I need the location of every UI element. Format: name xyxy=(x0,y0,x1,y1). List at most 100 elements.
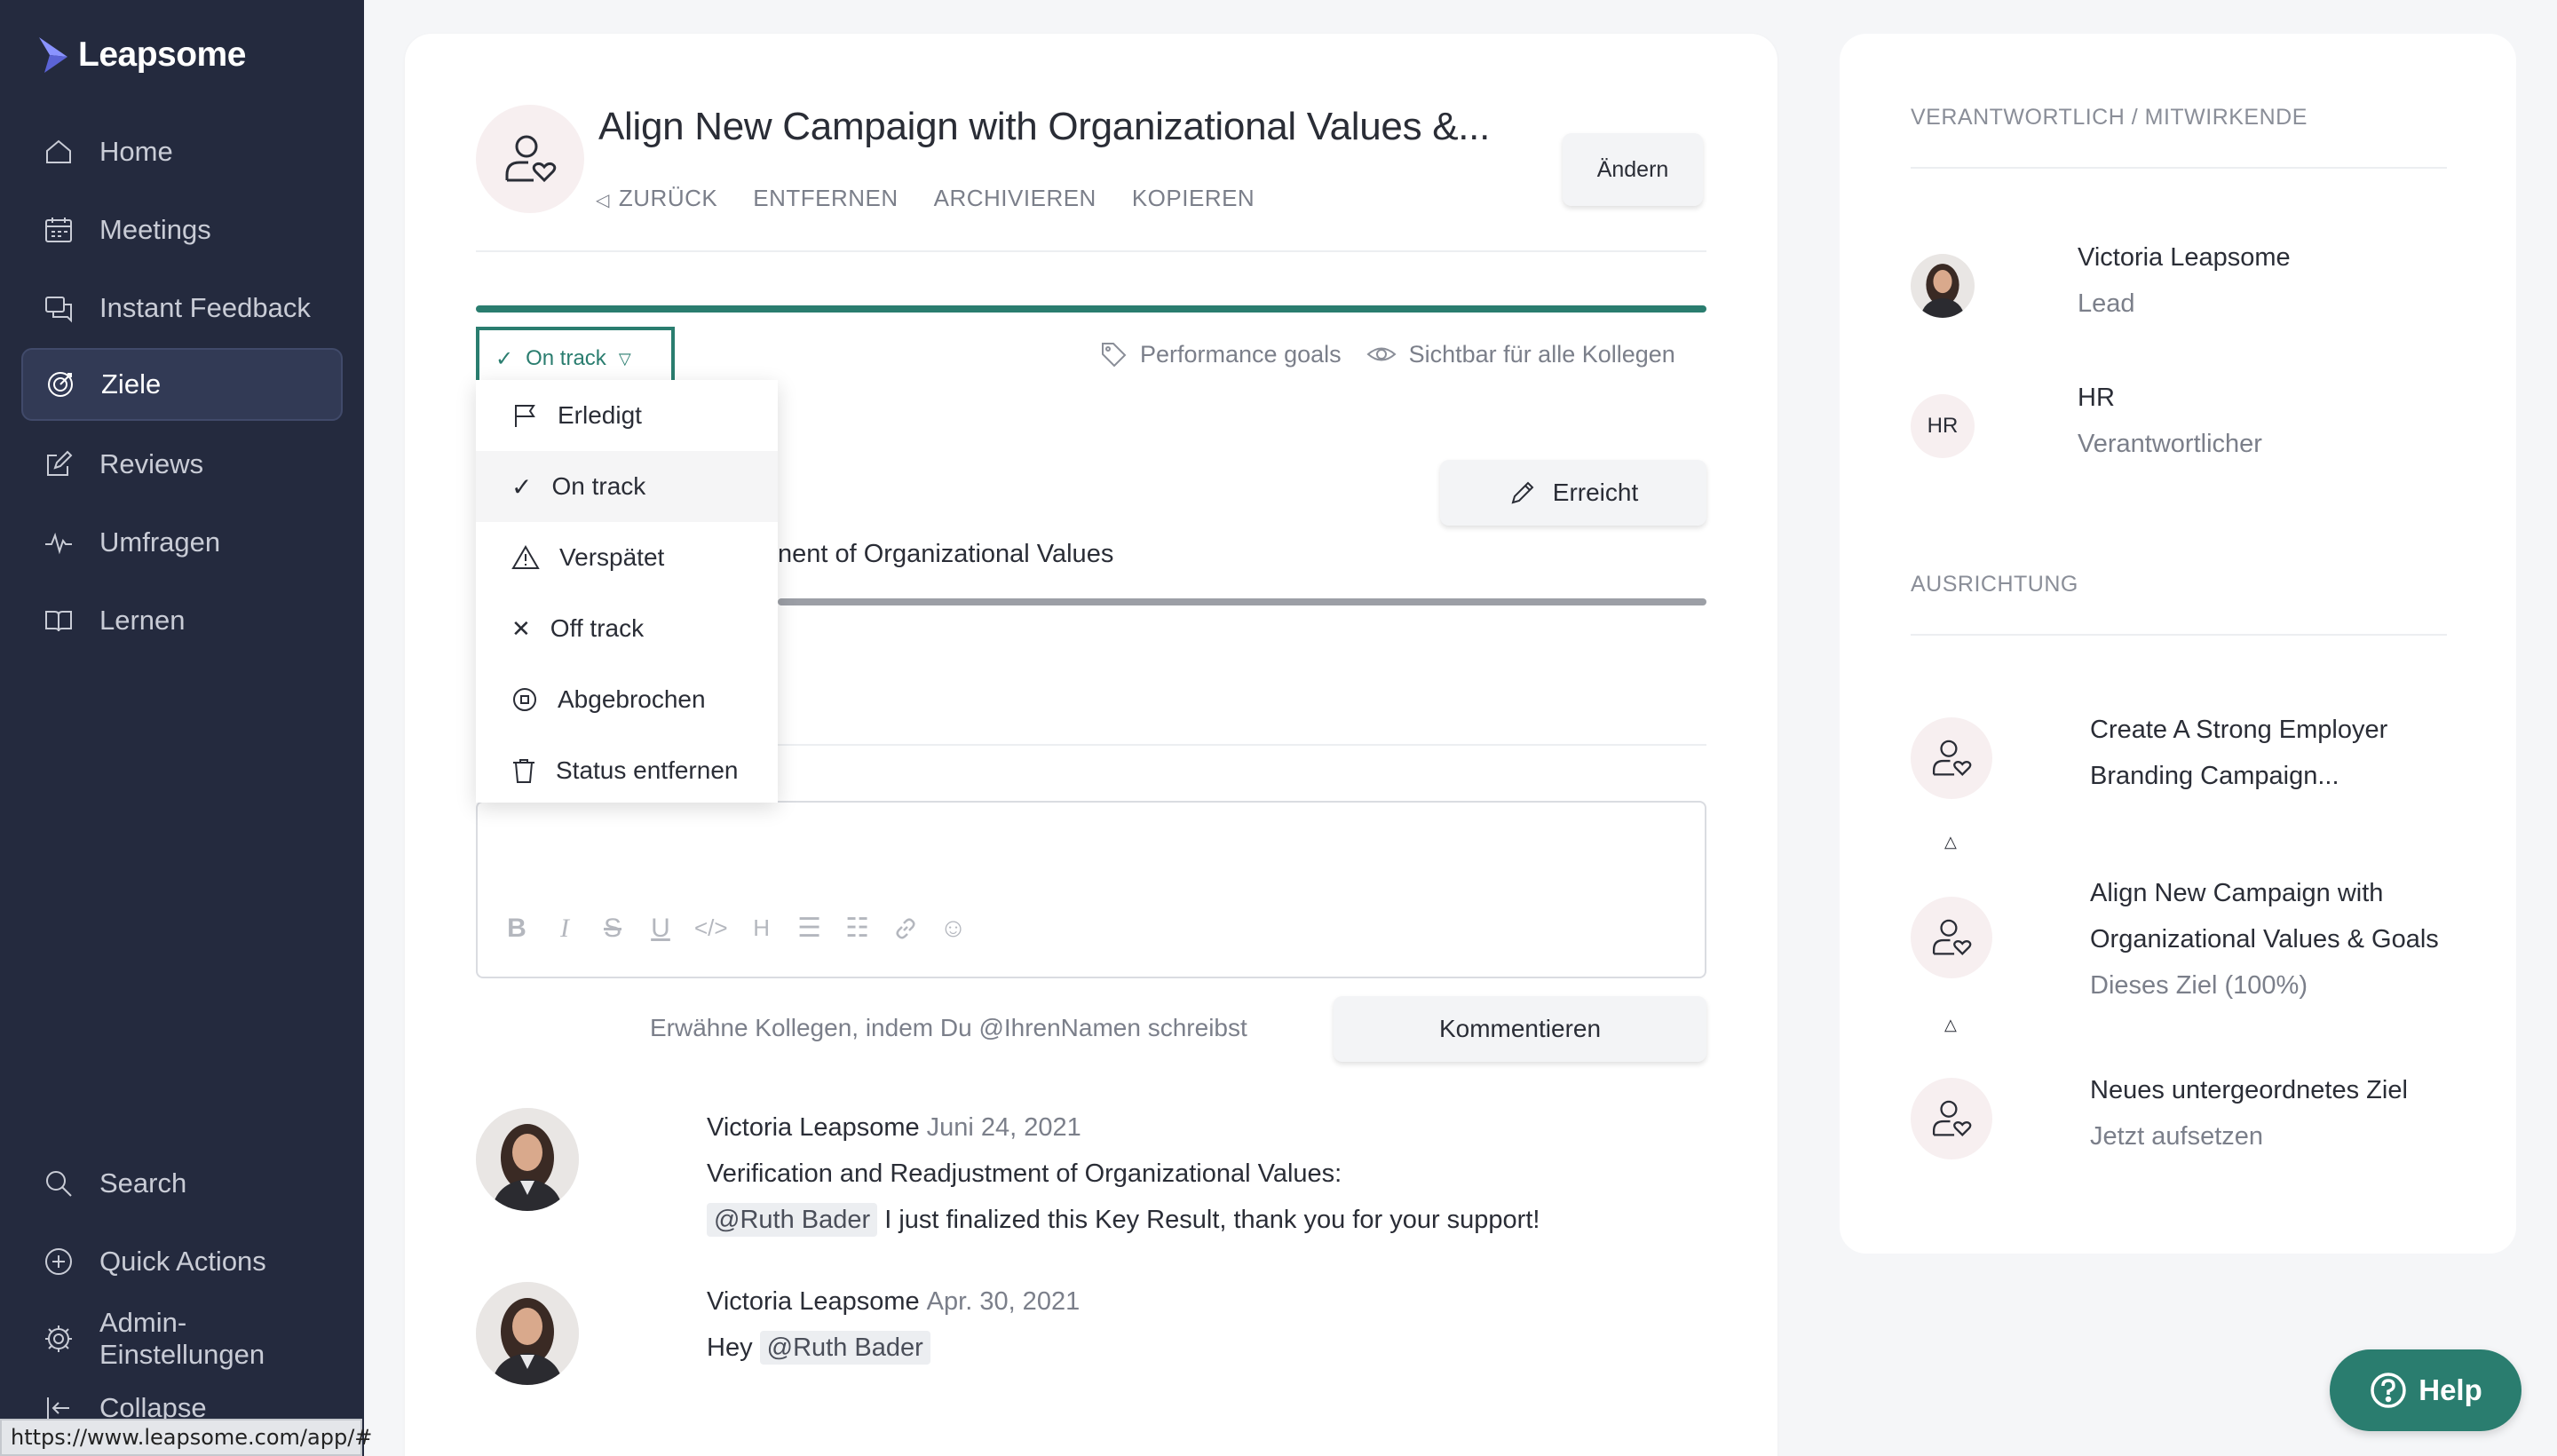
chevron-up-icon: △ xyxy=(1944,833,1957,851)
sidebar: Leapsome Home Meetings Instant Feedback … xyxy=(0,0,372,1456)
comment-author[interactable]: Victoria Leapsome xyxy=(707,1287,920,1316)
alignment-subtitle[interactable]: Jetzt aufsetzen xyxy=(2090,1122,2263,1151)
edit-icon xyxy=(47,450,73,476)
sidebar-item-search[interactable]: Search xyxy=(21,1147,343,1220)
comment-editor[interactable]: B I S U </> H ☰ ☷ ☺ xyxy=(476,801,1706,978)
alignment-avatar xyxy=(1911,717,1992,799)
trash-icon xyxy=(513,759,534,783)
status-option-abgebrochen[interactable]: Abgebrochen xyxy=(476,664,778,735)
goal-avatar xyxy=(476,105,584,213)
sidebar-item-label: Reviews xyxy=(99,448,204,479)
divider xyxy=(476,250,1706,252)
target-icon xyxy=(48,372,73,397)
browser-status-url: https://www.leapsome.com/app/# xyxy=(0,1419,372,1456)
owner-role: Lead xyxy=(2078,289,2135,318)
comment-text: Verification and Readjustment of Organiz… xyxy=(707,1159,1342,1188)
comment-date: Apr. 30, 2021 xyxy=(926,1287,1081,1316)
sidebar-item-reviews[interactable]: Reviews xyxy=(21,428,343,501)
page-title: Align New Campaign with Organizational V… xyxy=(598,105,1491,148)
chat-icon xyxy=(45,297,72,323)
app-logo[interactable]: Leapsome xyxy=(37,36,246,75)
mention-tag[interactable]: @Ruth Bader xyxy=(759,1331,930,1365)
warning-icon xyxy=(511,545,540,569)
link-icon xyxy=(896,917,915,939)
key-result-title[interactable]: nent of Organizational Values xyxy=(778,540,1113,569)
user-heart-icon xyxy=(505,135,557,183)
home-icon xyxy=(46,139,71,163)
back-link[interactable]: ◁ ZURÜCK xyxy=(596,185,717,212)
numbered-list-button[interactable]: ☷ xyxy=(843,913,872,944)
alignment-title-line2: Branding Campaign... xyxy=(2090,762,2339,790)
owner-name: Victoria Leapsome xyxy=(2078,243,2291,272)
remove-link[interactable]: ENTFERNEN xyxy=(753,185,898,212)
achieved-button[interactable]: Erreicht xyxy=(1440,460,1706,526)
alignment-title-line1: Neues untergeordnetes Ziel xyxy=(2090,1076,2408,1104)
person-photo-icon xyxy=(476,1108,579,1211)
alignment-subtitle: Dieses Ziel (100%) xyxy=(2090,971,2308,1000)
pulse-icon xyxy=(45,532,72,555)
alignment-avatar xyxy=(1911,897,1992,978)
sidebar-item-label: Home xyxy=(99,136,173,167)
x-icon: ✕ xyxy=(511,614,531,642)
status-option-on-track[interactable]: ✓ On track xyxy=(476,451,778,522)
key-result-progress-bar xyxy=(778,598,1706,605)
user-heart-icon xyxy=(1932,919,1972,955)
archive-link[interactable]: ARCHIVIEREN xyxy=(934,185,1096,212)
italic-button[interactable]: I xyxy=(550,914,579,944)
sidebar-item-admin-settings[interactable]: Admin-Einstellungen xyxy=(21,1302,343,1375)
heading-button[interactable]: H xyxy=(748,914,776,942)
alignment-title-line1: Create A Strong Employer xyxy=(2090,716,2388,744)
sidebar-item-lernen[interactable]: Lernen xyxy=(21,584,343,657)
comment-prefix: Hey xyxy=(707,1333,753,1362)
sidebar-item-label: Umfragen xyxy=(99,526,221,558)
divider xyxy=(1911,167,2447,169)
sidebar-item-ziele[interactable]: Ziele xyxy=(21,348,343,421)
editor-toolbar: B I S U </> H ☰ ☷ ☺ xyxy=(503,913,968,944)
author-photo xyxy=(476,1282,579,1385)
user-heart-icon xyxy=(1932,740,1972,776)
sidebar-item-quick-actions[interactable]: Quick Actions xyxy=(21,1225,343,1298)
change-button[interactable]: Ändern xyxy=(1563,133,1703,206)
code-button[interactable]: </> xyxy=(694,914,728,942)
bullet-list-button[interactable]: ☰ xyxy=(796,913,824,944)
status-option-erledigt[interactable]: Erledigt xyxy=(476,380,778,451)
submit-comment-button[interactable]: Kommentieren xyxy=(1334,996,1706,1062)
calendar-icon xyxy=(45,218,72,242)
emoji-button[interactable]: ☺ xyxy=(939,914,968,944)
status-option-verspaetet[interactable]: Verspätet xyxy=(476,522,778,593)
status-option-remove[interactable]: Status entfernen xyxy=(476,735,778,806)
chevron-up-icon: △ xyxy=(1944,1016,1957,1033)
help-button[interactable]: Help xyxy=(2330,1349,2521,1431)
owner-avatar xyxy=(1911,254,1975,318)
alignment-avatar xyxy=(1911,1078,1992,1159)
pencil-icon xyxy=(1511,481,1534,504)
sidebar-item-instant-feedback[interactable]: Instant Feedback xyxy=(21,272,343,344)
alignment-title-line1: Align New Campaign with xyxy=(2090,879,2384,907)
sidebar-item-umfragen[interactable]: Umfragen xyxy=(21,506,343,579)
alignment-title-line2: Organizational Values & Goals xyxy=(2090,925,2439,954)
person-photo-icon xyxy=(476,1282,579,1385)
app-name: Leapsome xyxy=(78,36,246,74)
question-circle-icon xyxy=(2371,1373,2406,1408)
strikethrough-button[interactable]: S xyxy=(598,914,627,944)
divider xyxy=(1911,634,2447,636)
underline-button[interactable]: U xyxy=(646,914,675,944)
copy-link[interactable]: KOPIEREN xyxy=(1132,185,1255,212)
status-option-off-track[interactable]: ✕ Off track xyxy=(476,593,778,664)
goal-progress-bar xyxy=(476,305,1706,313)
check-icon: ✓ xyxy=(511,472,533,501)
sidebar-item-label: Lernen xyxy=(99,605,186,636)
owners-section-title: VERANTWORTLICH / MITWIRKENDE xyxy=(1911,105,2308,130)
leapsome-logo-icon xyxy=(39,37,67,73)
link-button[interactable] xyxy=(891,915,920,942)
sidebar-item-home[interactable]: Home xyxy=(21,115,343,188)
comment-header: Victoria Leapsome Juni 24, 2021 xyxy=(707,1113,1081,1143)
sidebar-item-label: Instant Feedback xyxy=(99,292,311,323)
mention-tag[interactable]: @Ruth Bader xyxy=(707,1203,878,1237)
sidebar-item-label: Meetings xyxy=(99,214,211,245)
comment-author[interactable]: Victoria Leapsome xyxy=(707,1113,920,1142)
sidebar-item-meetings[interactable]: Meetings xyxy=(21,194,343,266)
goal-tag[interactable]: Performance goals Sichtbar für alle Koll… xyxy=(1099,339,1675,369)
goal-side-panel: VERANTWORTLICH / MITWIRKENDE Victoria Le… xyxy=(1840,34,2516,1254)
bold-button[interactable]: B xyxy=(503,914,531,944)
